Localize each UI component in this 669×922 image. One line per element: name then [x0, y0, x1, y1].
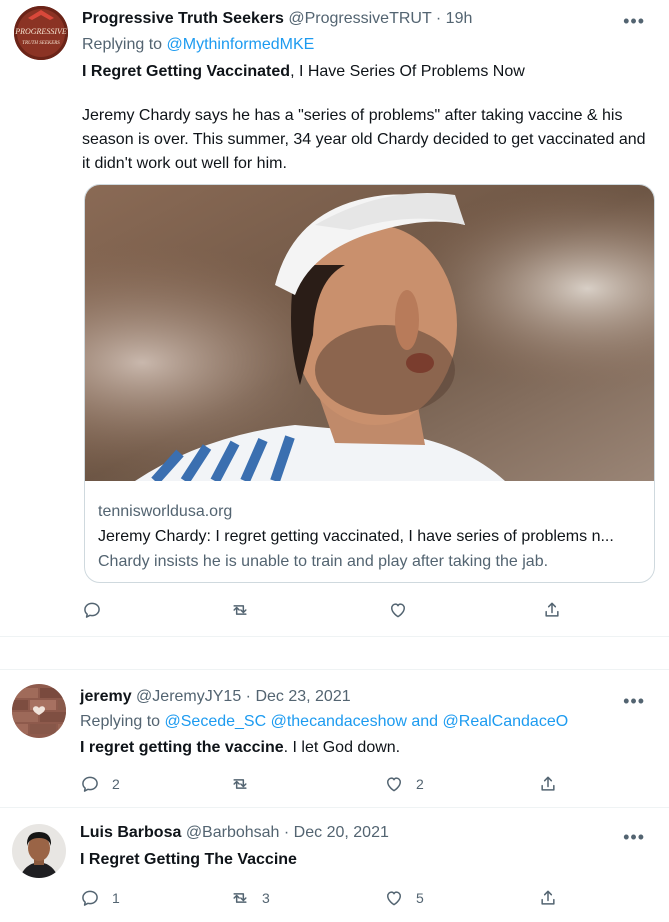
tweet-text-bold: I Regret Getting Vaccinated	[82, 63, 291, 80]
reply-count: 1	[112, 890, 120, 906]
tweet-progressive-truth-seekers[interactable]: PROGRESSIVE TRUTH SEEKERS Progressive Tr…	[0, 0, 669, 636]
avatar-text-1: PROGRESSIVE	[14, 27, 67, 36]
tweet-header: jeremy @JeremyJY15 · Dec 23, 2021	[80, 688, 351, 706]
card-text: tennisworldusa.org Jeremy Chardy: I regr…	[98, 499, 641, 574]
tweet-time[interactable]: · 19h	[436, 10, 472, 27]
retweet-icon	[233, 779, 247, 789]
retweet-button[interactable]: 3	[230, 886, 270, 910]
card-title: Jeremy Chardy: I regret getting vaccinat…	[98, 528, 614, 545]
replying-to: Replying to @MythinformedMKE	[82, 36, 314, 54]
avatar-image	[12, 684, 66, 738]
replying-to: Replying to @Secede_SC @thecandaceshow a…	[80, 713, 568, 731]
more-icon[interactable]: •••	[623, 692, 645, 710]
link-card[interactable]: tennisworldusa.org Jeremy Chardy: I regr…	[84, 184, 655, 583]
share-button[interactable]	[538, 772, 558, 796]
replying-label: Replying to	[80, 713, 161, 730]
reply-icon	[82, 890, 98, 906]
avatar-text-2: TRUTH SEEKERS	[22, 41, 60, 46]
mention-and[interactable]: and	[411, 713, 438, 730]
tweet-actions	[82, 598, 572, 622]
retweet-button[interactable]	[230, 772, 250, 796]
author-name[interactable]: Luis Barbosa	[80, 824, 181, 841]
avatar[interactable]	[12, 684, 66, 738]
avatar[interactable]	[12, 824, 66, 878]
avatar-image: PROGRESSIVE TRUTH SEEKERS	[14, 6, 68, 60]
more-icon[interactable]: •••	[623, 12, 645, 30]
card-description: Chardy insists he is unable to train and…	[98, 553, 549, 570]
heart-icon	[387, 777, 401, 792]
tweet-luis-barbosa[interactable]: Luis Barbosa @Barbohsah · Dec 20, 2021 •…	[0, 808, 669, 922]
tweet-paragraph: Jeremy Chardy says he has a "series of p…	[82, 107, 646, 172]
tweet-header: Progressive Truth Seekers @ProgressiveTR…	[82, 10, 472, 28]
share-icon	[541, 776, 555, 791]
card-domain: tennisworldusa.org	[98, 503, 233, 520]
mention-link[interactable]: @MythinformedMKE	[167, 36, 315, 53]
tweet-time[interactable]: · Dec 20, 2021	[284, 824, 389, 841]
retweet-icon	[233, 893, 247, 903]
card-image	[85, 185, 654, 481]
reply-button[interactable]	[82, 598, 102, 622]
like-count: 2	[416, 776, 424, 792]
retweet-count: 3	[262, 890, 270, 906]
tweet-jeremy[interactable]: jeremy @JeremyJY15 · Dec 23, 2021 ••• Re…	[0, 670, 669, 806]
tweet-time[interactable]: · Dec 23, 2021	[246, 688, 351, 705]
tweet-header: Luis Barbosa @Barbohsah · Dec 20, 2021	[80, 824, 389, 842]
avatar[interactable]: PROGRESSIVE TRUTH SEEKERS	[14, 6, 68, 60]
heart-icon	[387, 891, 401, 906]
tweet-text: I Regret Getting Vaccinated, I Have Seri…	[82, 60, 651, 84]
retweet-icon	[233, 605, 247, 615]
share-icon	[541, 890, 555, 905]
avatar-image	[12, 824, 66, 878]
like-button[interactable]: 2	[384, 772, 424, 796]
share-button[interactable]	[542, 598, 562, 622]
tweet-text: I regret getting the vaccine. I let God …	[80, 736, 651, 760]
author-handle[interactable]: @JeremyJY15	[136, 688, 241, 705]
tweet-text-bold: I Regret Getting The Vaccine	[80, 851, 297, 868]
section-gap	[0, 636, 669, 670]
share-icon	[545, 602, 559, 617]
share-button[interactable]	[538, 886, 558, 910]
more-icon[interactable]: •••	[623, 828, 645, 846]
replying-label: Replying to	[82, 36, 163, 53]
like-button[interactable]	[388, 598, 408, 622]
tweet-text: I Regret Getting The Vaccine	[80, 848, 651, 872]
like-count: 5	[416, 890, 424, 906]
author-handle[interactable]: @ProgressiveTRUT	[288, 10, 431, 27]
mention-link[interactable]: @Secede_SC	[165, 713, 267, 730]
reply-button[interactable]: 2	[80, 772, 120, 796]
author-name[interactable]: Progressive Truth Seekers	[82, 10, 284, 27]
mention-link[interactable]: @RealCandaceO	[443, 713, 569, 730]
mention-link[interactable]: @thecandaceshow	[271, 713, 407, 730]
tweet-text-rest: . I let God down.	[283, 739, 401, 756]
heart-icon	[391, 603, 405, 618]
retweet-button[interactable]	[230, 598, 250, 622]
tweet-text-bold: I regret getting the vaccine	[80, 739, 284, 756]
like-button[interactable]: 5	[384, 886, 424, 910]
tweet-text-rest: , I Have Series Of Problems Now	[290, 63, 525, 80]
author-name[interactable]: jeremy	[80, 688, 132, 705]
reply-button[interactable]: 1	[80, 886, 120, 910]
tweet-actions: 2 2	[80, 772, 570, 796]
author-handle[interactable]: @Barbohsah	[186, 824, 280, 841]
tweet-actions: 1 3 5	[80, 886, 570, 910]
reply-icon	[84, 602, 100, 618]
reply-count: 2	[112, 776, 120, 792]
reply-icon	[82, 776, 98, 792]
